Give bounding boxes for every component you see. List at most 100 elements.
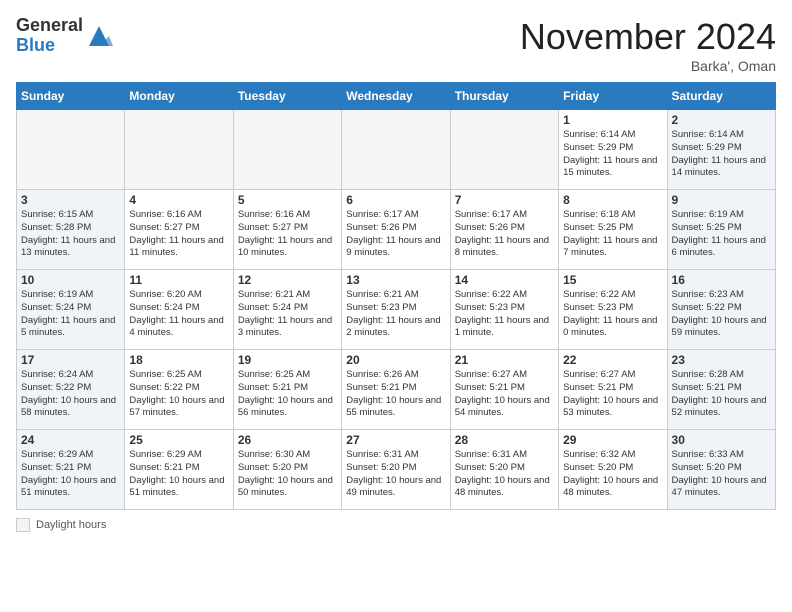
- day-number: 13: [346, 273, 445, 287]
- day-number: 8: [563, 193, 662, 207]
- day-info: Sunrise: 6:22 AM Sunset: 5:23 PM Dayligh…: [455, 289, 554, 340]
- calendar-cell: 1Sunrise: 6:14 AM Sunset: 5:29 PM Daylig…: [559, 110, 667, 190]
- day-number: 6: [346, 193, 445, 207]
- day-number: 17: [21, 353, 120, 367]
- calendar-cell: 30 Sunrise: 6:33 AM Sunset: 5:20 PM Dayli…: [667, 430, 775, 510]
- logo: General Blue: [16, 16, 113, 56]
- legend-label: Daylight hours: [36, 519, 106, 531]
- calendar-cell: 26 Sunrise: 6:30 AM Sunset: 5:20 PM Dayli…: [233, 430, 341, 510]
- day-info: Sunrise: 6:16 AM Sunset: 5:27 PM Dayligh…: [129, 209, 228, 260]
- day-info: Sunrise: 6:26 AM Sunset: 5:21 PM Dayligh…: [346, 369, 445, 420]
- col-sunday: Sunday: [17, 83, 125, 110]
- calendar-cell: [450, 110, 558, 190]
- day-number: 7: [455, 193, 554, 207]
- day-info: Sunrise: 6:28 AM Sunset: 5:21 PM Dayligh…: [672, 369, 771, 420]
- logo-icon: [85, 22, 113, 50]
- day-info: Sunrise: 6:25 AM Sunset: 5:22 PM Dayligh…: [129, 369, 228, 420]
- calendar-cell: 17 Sunrise: 6:24 AM Sunset: 5:22 PM Dayli…: [17, 350, 125, 430]
- day-info: Sunrise: 6:17 AM Sunset: 5:26 PM Dayligh…: [346, 209, 445, 260]
- day-number: 28: [455, 433, 554, 447]
- calendar-cell: 10Sunrise: 6:19 AM Sunset: 5:24 PM Dayli…: [17, 270, 125, 350]
- day-number: 30: [672, 433, 771, 447]
- calendar-cell: [233, 110, 341, 190]
- day-info: Sunrise: 6:17 AM Sunset: 5:26 PM Dayligh…: [455, 209, 554, 260]
- location: Barka', Oman: [520, 58, 776, 74]
- day-number: 18: [129, 353, 228, 367]
- day-info: Sunrise: 6:20 AM Sunset: 5:24 PM Dayligh…: [129, 289, 228, 340]
- month-title: November 2024: [520, 16, 776, 58]
- day-number: 14: [455, 273, 554, 287]
- calendar-cell: 24Sunrise: 6:29 AM Sunset: 5:21 PM Dayli…: [17, 430, 125, 510]
- calendar-cell: [342, 110, 450, 190]
- calendar-week-1: 3Sunrise: 6:15 AM Sunset: 5:28 PM Daylig…: [17, 190, 776, 270]
- day-number: 10: [21, 273, 120, 287]
- day-number: 2: [672, 113, 771, 127]
- day-number: 3: [21, 193, 120, 207]
- day-info: Sunrise: 6:23 AM Sunset: 5:22 PM Dayligh…: [672, 289, 771, 340]
- calendar-cell: 21 Sunrise: 6:27 AM Sunset: 5:21 PM Dayli…: [450, 350, 558, 430]
- day-number: 25: [129, 433, 228, 447]
- day-number: 21: [455, 353, 554, 367]
- day-info: Sunrise: 6:24 AM Sunset: 5:22 PM Dayligh…: [21, 369, 120, 420]
- day-info: Sunrise: 6:21 AM Sunset: 5:24 PM Dayligh…: [238, 289, 337, 340]
- calendar-cell: 11 Sunrise: 6:20 AM Sunset: 5:24 PM Dayli…: [125, 270, 233, 350]
- calendar-cell: 9Sunrise: 6:19 AM Sunset: 5:25 PM Daylig…: [667, 190, 775, 270]
- calendar-cell: 7 Sunrise: 6:17 AM Sunset: 5:26 PM Daylig…: [450, 190, 558, 270]
- calendar-cell: 25 Sunrise: 6:29 AM Sunset: 5:21 PM Dayli…: [125, 430, 233, 510]
- calendar-cell: 18 Sunrise: 6:25 AM Sunset: 5:22 PM Dayli…: [125, 350, 233, 430]
- day-info: Sunrise: 6:27 AM Sunset: 5:21 PM Dayligh…: [563, 369, 662, 420]
- calendar-week-0: 1Sunrise: 6:14 AM Sunset: 5:29 PM Daylig…: [17, 110, 776, 190]
- day-info: Sunrise: 6:22 AM Sunset: 5:23 PM Dayligh…: [563, 289, 662, 340]
- day-info: Sunrise: 6:33 AM Sunset: 5:20 PM Dayligh…: [672, 449, 771, 500]
- calendar-cell: 5 Sunrise: 6:16 AM Sunset: 5:27 PM Daylig…: [233, 190, 341, 270]
- calendar-cell: 22 Sunrise: 6:27 AM Sunset: 5:21 PM Dayli…: [559, 350, 667, 430]
- day-info: Sunrise: 6:25 AM Sunset: 5:21 PM Dayligh…: [238, 369, 337, 420]
- col-saturday: Saturday: [667, 83, 775, 110]
- calendar-cell: 2Sunrise: 6:14 AM Sunset: 5:29 PM Daylig…: [667, 110, 775, 190]
- day-info: Sunrise: 6:18 AM Sunset: 5:25 PM Dayligh…: [563, 209, 662, 260]
- calendar-cell: 15Sunrise: 6:22 AM Sunset: 5:23 PM Dayli…: [559, 270, 667, 350]
- calendar-header-row: Sunday Monday Tuesday Wednesday Thursday…: [17, 83, 776, 110]
- logo-blue-text: Blue: [16, 36, 83, 56]
- logo-general-text: General: [16, 16, 83, 36]
- col-wednesday: Wednesday: [342, 83, 450, 110]
- day-number: 22: [563, 353, 662, 367]
- day-number: 23: [672, 353, 771, 367]
- day-info: Sunrise: 6:31 AM Sunset: 5:20 PM Dayligh…: [346, 449, 445, 500]
- day-info: Sunrise: 6:27 AM Sunset: 5:21 PM Dayligh…: [455, 369, 554, 420]
- day-info: Sunrise: 6:29 AM Sunset: 5:21 PM Dayligh…: [129, 449, 228, 500]
- day-number: 5: [238, 193, 337, 207]
- day-info: Sunrise: 6:21 AM Sunset: 5:23 PM Dayligh…: [346, 289, 445, 340]
- legend-color-box: [16, 518, 30, 532]
- day-number: 19: [238, 353, 337, 367]
- day-info: Sunrise: 6:30 AM Sunset: 5:20 PM Dayligh…: [238, 449, 337, 500]
- calendar-cell: 28 Sunrise: 6:31 AM Sunset: 5:20 PM Dayli…: [450, 430, 558, 510]
- day-info: Sunrise: 6:16 AM Sunset: 5:27 PM Dayligh…: [238, 209, 337, 260]
- day-info: Sunrise: 6:29 AM Sunset: 5:21 PM Dayligh…: [21, 449, 120, 500]
- day-number: 29: [563, 433, 662, 447]
- day-number: 16: [672, 273, 771, 287]
- calendar-cell: 4 Sunrise: 6:16 AM Sunset: 5:27 PM Daylig…: [125, 190, 233, 270]
- calendar-cell: 8 Sunrise: 6:18 AM Sunset: 5:25 PM Daylig…: [559, 190, 667, 270]
- calendar-week-2: 10Sunrise: 6:19 AM Sunset: 5:24 PM Dayli…: [17, 270, 776, 350]
- day-number: 27: [346, 433, 445, 447]
- day-number: 4: [129, 193, 228, 207]
- day-number: 26: [238, 433, 337, 447]
- calendar-cell: 27 Sunrise: 6:31 AM Sunset: 5:20 PM Dayli…: [342, 430, 450, 510]
- calendar-cell: 12 Sunrise: 6:21 AM Sunset: 5:24 PM Dayli…: [233, 270, 341, 350]
- day-number: 20: [346, 353, 445, 367]
- day-number: 11: [129, 273, 228, 287]
- calendar-cell: 14 Sunrise: 6:22 AM Sunset: 5:23 PM Dayli…: [450, 270, 558, 350]
- calendar-cell: 13 Sunrise: 6:21 AM Sunset: 5:23 PM Dayli…: [342, 270, 450, 350]
- day-info: Sunrise: 6:32 AM Sunset: 5:20 PM Dayligh…: [563, 449, 662, 500]
- day-number: 12: [238, 273, 337, 287]
- calendar-cell: 29 Sunrise: 6:32 AM Sunset: 5:20 PM Dayli…: [559, 430, 667, 510]
- calendar-cell: 23 Sunrise: 6:28 AM Sunset: 5:21 PM Dayli…: [667, 350, 775, 430]
- col-tuesday: Tuesday: [233, 83, 341, 110]
- calendar-week-4: 24Sunrise: 6:29 AM Sunset: 5:21 PM Dayli…: [17, 430, 776, 510]
- calendar-week-3: 17 Sunrise: 6:24 AM Sunset: 5:22 PM Dayli…: [17, 350, 776, 430]
- day-info: Sunrise: 6:31 AM Sunset: 5:20 PM Dayligh…: [455, 449, 554, 500]
- calendar-cell: 16 Sunrise: 6:23 AM Sunset: 5:22 PM Dayli…: [667, 270, 775, 350]
- title-block: November 2024 Barka', Oman: [520, 16, 776, 74]
- day-info: Sunrise: 6:14 AM Sunset: 5:29 PM Dayligh…: [563, 129, 662, 180]
